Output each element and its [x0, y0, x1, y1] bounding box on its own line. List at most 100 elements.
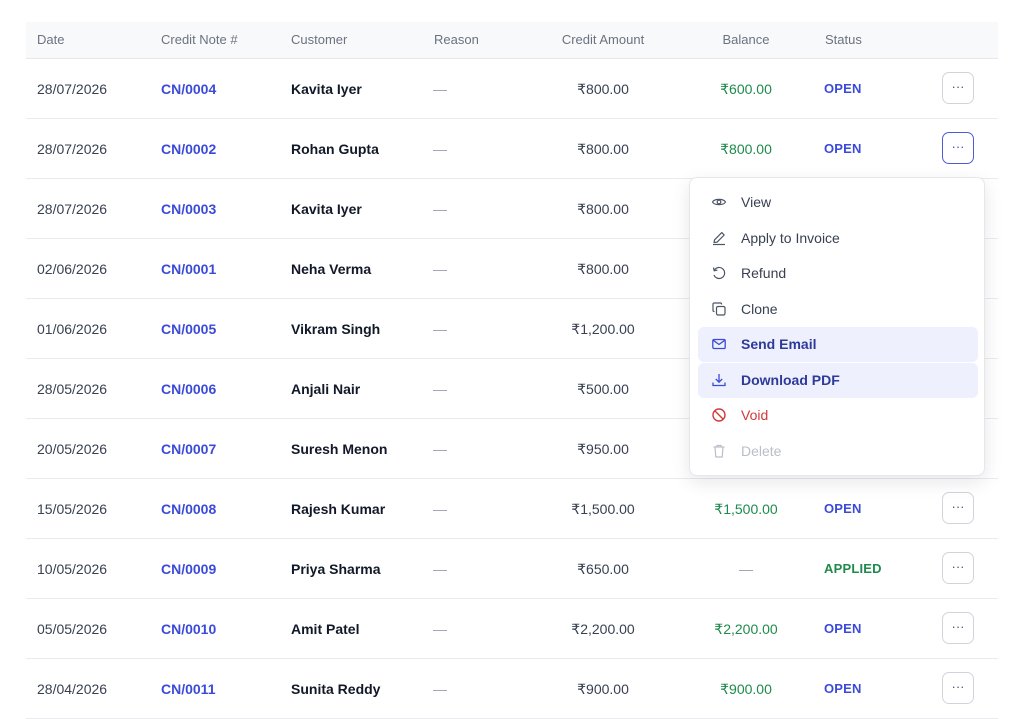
cell-reason: — [433, 81, 447, 97]
row-actions-button[interactable]: ··· [942, 612, 974, 644]
credit-note-link[interactable]: CN/0009 [161, 561, 216, 577]
cell-credit-amount: ₹800.00 [577, 261, 629, 277]
cell-reason: — [433, 141, 447, 157]
cell-customer: Neha Verma [291, 261, 372, 277]
cell-date: 01/06/2026 [37, 321, 108, 337]
table-row[interactable]: 28/04/2026 CN/0011 Sunita Reddy — ₹900.0… [26, 659, 998, 719]
cell-balance: ₹800.00 [720, 141, 772, 157]
cell-customer: Anjali Nair [291, 381, 361, 397]
status-badge: OPEN [824, 621, 862, 636]
cell-date: 28/05/2026 [37, 381, 108, 397]
menu-item-apply-to-invoice[interactable]: Apply to Invoice [698, 221, 978, 256]
credit-note-link[interactable]: CN/0010 [161, 621, 216, 637]
cell-credit-amount: ₹650.00 [577, 561, 629, 577]
table-row[interactable]: 10/05/2026 CN/0009 Priya Sharma — ₹650.0… [26, 539, 998, 599]
menu-item-refund[interactable]: Refund [698, 256, 978, 291]
header-reason[interactable]: Reason [434, 32, 479, 47]
status-badge: APPLIED [824, 561, 882, 576]
menu-item-label: Delete [741, 443, 782, 459]
cell-date: 28/07/2026 [37, 141, 108, 157]
cell-customer: Rohan Gupta [291, 141, 379, 157]
cell-customer: Rajesh Kumar [291, 501, 386, 517]
header-credit-note[interactable]: Credit Note # [161, 32, 238, 47]
header-date[interactable]: Date [37, 32, 64, 47]
cell-reason: — [433, 501, 447, 517]
cell-customer: Kavita Iyer [291, 81, 362, 97]
table-row[interactable]: 15/05/2026 CN/0008 Rajesh Kumar — ₹1,500… [26, 479, 998, 539]
header-customer[interactable]: Customer [291, 32, 347, 47]
cell-customer: Amit Patel [291, 621, 360, 637]
cell-date: 28/07/2026 [37, 81, 108, 97]
header-credit-amount[interactable]: Credit Amount [553, 32, 653, 47]
cell-credit-amount: ₹500.00 [577, 381, 629, 397]
row-actions-button[interactable]: ··· [942, 672, 974, 704]
cell-reason: — [433, 561, 447, 577]
cell-date: 10/05/2026 [37, 561, 108, 577]
cell-date: 02/06/2026 [37, 261, 108, 277]
menu-item-label: Download PDF [741, 372, 840, 388]
menu-item-label: Send Email [741, 336, 817, 352]
cell-credit-amount: ₹900.00 [577, 681, 629, 697]
credit-note-link[interactable]: CN/0008 [161, 501, 216, 517]
cell-credit-amount: ₹1,500.00 [571, 501, 635, 517]
cell-reason: — [433, 441, 447, 457]
credit-note-link[interactable]: CN/0005 [161, 321, 216, 337]
menu-item-clone[interactable]: Clone [698, 292, 978, 327]
cell-date: 28/07/2026 [37, 201, 108, 217]
credit-note-link[interactable]: CN/0011 [161, 681, 215, 697]
row-actions-button[interactable]: ··· [942, 492, 974, 524]
credit-note-link[interactable]: CN/0006 [161, 381, 216, 397]
cell-credit-amount: ₹1,200.00 [571, 321, 635, 337]
menu-item-void[interactable]: Void [698, 398, 978, 433]
menu-item-delete[interactable]: Delete [698, 434, 978, 469]
cell-balance: ₹600.00 [720, 81, 772, 97]
table-row[interactable]: 28/07/2026 CN/0002 Rohan Gupta — ₹800.00… [26, 119, 998, 179]
cell-credit-amount: ₹2,200.00 [571, 621, 635, 637]
row-actions-button[interactable]: ··· [942, 552, 974, 584]
cell-date: 28/04/2026 [37, 681, 108, 697]
cell-credit-amount: ₹800.00 [577, 81, 629, 97]
cell-customer: Sunita Reddy [291, 681, 381, 697]
cell-reason: — [433, 321, 447, 337]
cell-balance: ₹900.00 [720, 681, 772, 697]
cell-customer: Suresh Menon [291, 441, 388, 457]
cell-balance: ₹1,500.00 [714, 501, 778, 517]
menu-item-view[interactable]: View [698, 185, 978, 220]
trash-icon [711, 443, 727, 459]
pencil-icon [711, 230, 727, 246]
row-actions-button[interactable]: ··· [942, 132, 974, 164]
credit-note-link[interactable]: CN/0007 [161, 441, 216, 457]
credit-note-link[interactable]: CN/0001 [161, 261, 216, 277]
cell-reason: — [433, 201, 447, 217]
header-balance[interactable]: Balance [696, 32, 796, 47]
credit-note-link[interactable]: CN/0003 [161, 201, 216, 217]
menu-item-label: Apply to Invoice [741, 230, 840, 246]
status-badge: OPEN [824, 81, 862, 96]
menu-item-label: Refund [741, 265, 787, 281]
table-header: Date Credit Note # Customer Reason Credi… [26, 22, 998, 59]
menu-item-label: Void [741, 407, 769, 423]
row-actions-button[interactable]: ··· [942, 72, 974, 104]
credit-note-link[interactable]: CN/0002 [161, 141, 216, 157]
cell-reason: — [433, 381, 447, 397]
status-badge: OPEN [824, 501, 862, 516]
cell-balance: ₹2,200.00 [714, 621, 778, 637]
table-row[interactable]: 05/05/2026 CN/0010 Amit Patel — ₹2,200.0… [26, 599, 998, 659]
cell-credit-amount: ₹800.00 [577, 201, 629, 217]
menu-item-download-pdf[interactable]: Download PDF [698, 363, 978, 398]
download-icon [711, 372, 727, 388]
row-actions-menu: View Apply to Invoice Refund Clone Send … [689, 177, 985, 476]
header-status[interactable]: Status [825, 32, 862, 47]
cell-customer: Kavita Iyer [291, 201, 362, 217]
cell-reason: — [433, 261, 447, 277]
cell-reason: — [433, 681, 447, 697]
cell-customer: Vikram Singh [291, 321, 381, 337]
mail-icon [711, 336, 727, 352]
credit-note-link[interactable]: CN/0004 [161, 81, 216, 97]
eye-icon [711, 194, 727, 210]
table-row[interactable]: 28/07/2026 CN/0004 Kavita Iyer — ₹800.00… [26, 59, 998, 119]
cell-customer: Priya Sharma [291, 561, 381, 577]
cell-credit-amount: ₹950.00 [577, 441, 629, 457]
cell-date: 20/05/2026 [37, 441, 108, 457]
menu-item-send-email[interactable]: Send Email [698, 327, 978, 362]
